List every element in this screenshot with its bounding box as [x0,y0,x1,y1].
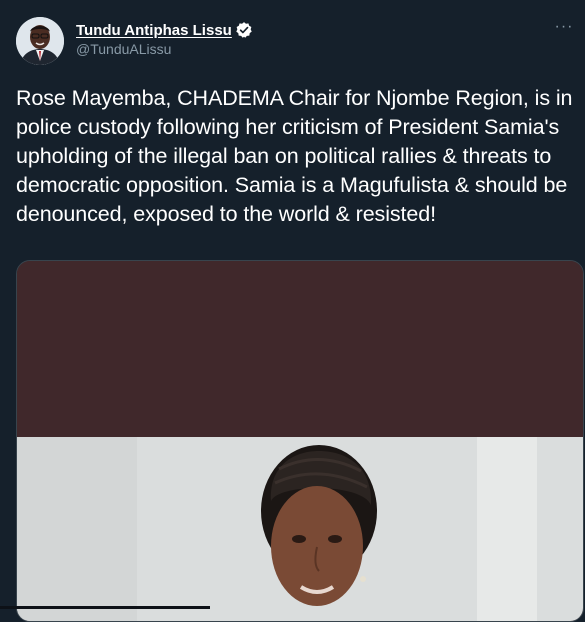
tweet-text: Rose Mayemba, CHADEMA Chair for Njombe R… [16,86,573,226]
verified-badge-icon [235,21,253,39]
author-name-row: Tundu Antiphas Lissu [76,20,253,40]
photo-woman-image [17,261,583,621]
author-display-name[interactable]: Tundu Antiphas Lissu [76,22,232,39]
tweet-photo[interactable] [16,260,584,622]
tweet: Tundu Antiphas Lissu @TunduALissu ··· Ro… [0,0,585,622]
author-avatar[interactable] [16,17,64,65]
avatar-photo-icon [16,17,64,65]
author-handle[interactable]: @TunduALissu [76,41,171,57]
more-options-icon[interactable]: ··· [551,19,577,42]
